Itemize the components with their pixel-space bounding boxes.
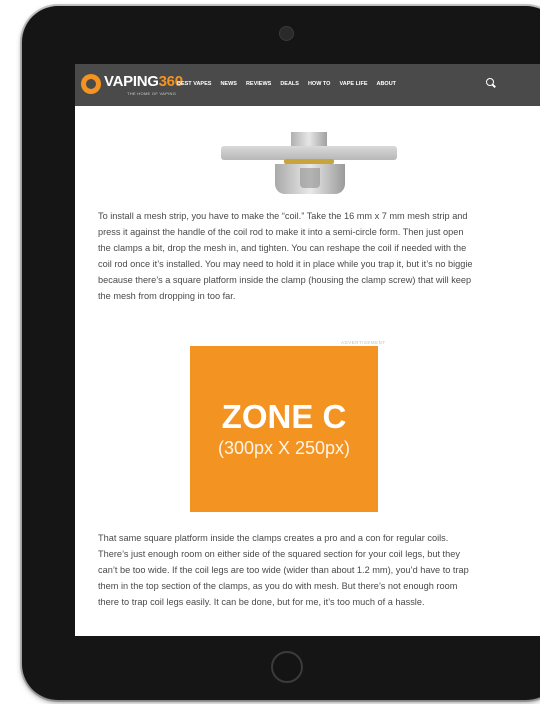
nav-item-reviews[interactable]: REVIEWS [246,81,271,87]
article-paragraph-1: To install a mesh strip, you have to mak… [98,211,473,301]
article-paragraph-2: That same square platform inside the cla… [98,533,469,607]
ad-zone-c[interactable]: ZONE C (300px X 250px) [190,346,378,512]
image-flange [221,146,397,160]
logo-tagline: THE HOME OF VAPING [127,91,177,96]
ad-title: ZONE C [221,398,347,435]
search-icon[interactable] [486,78,494,86]
nav-item-how-to[interactable]: HOW TO [308,81,331,87]
logo-text: VAPING [104,73,159,90]
nav-item-about[interactable]: ABOUT [376,81,396,87]
logo-icon[interactable] [81,74,101,94]
site-logo[interactable]: VAPING360 [104,73,183,90]
home-button[interactable] [271,651,303,683]
ad-label: ADVERTISEMENT [341,340,386,345]
site-header: VAPING360 THE HOME OF VAPING BEST VAPES … [75,64,540,106]
article-image [75,106,540,200]
main-nav: BEST VAPES NEWS REVIEWS DEALS HOW TO VAP… [177,81,396,87]
ad-size: (300px X 250px) [217,438,351,458]
image-shadow [300,168,320,188]
camera-icon [279,26,294,41]
nav-item-news[interactable]: NEWS [220,81,237,87]
nav-item-best-vapes[interactable]: BEST VAPES [177,81,211,87]
nav-item-vape-life[interactable]: VAPE LIFE [339,81,367,87]
tablet-screen: VAPING360 THE HOME OF VAPING BEST VAPES … [75,64,540,636]
nav-item-deals[interactable]: DEALS [280,81,299,87]
